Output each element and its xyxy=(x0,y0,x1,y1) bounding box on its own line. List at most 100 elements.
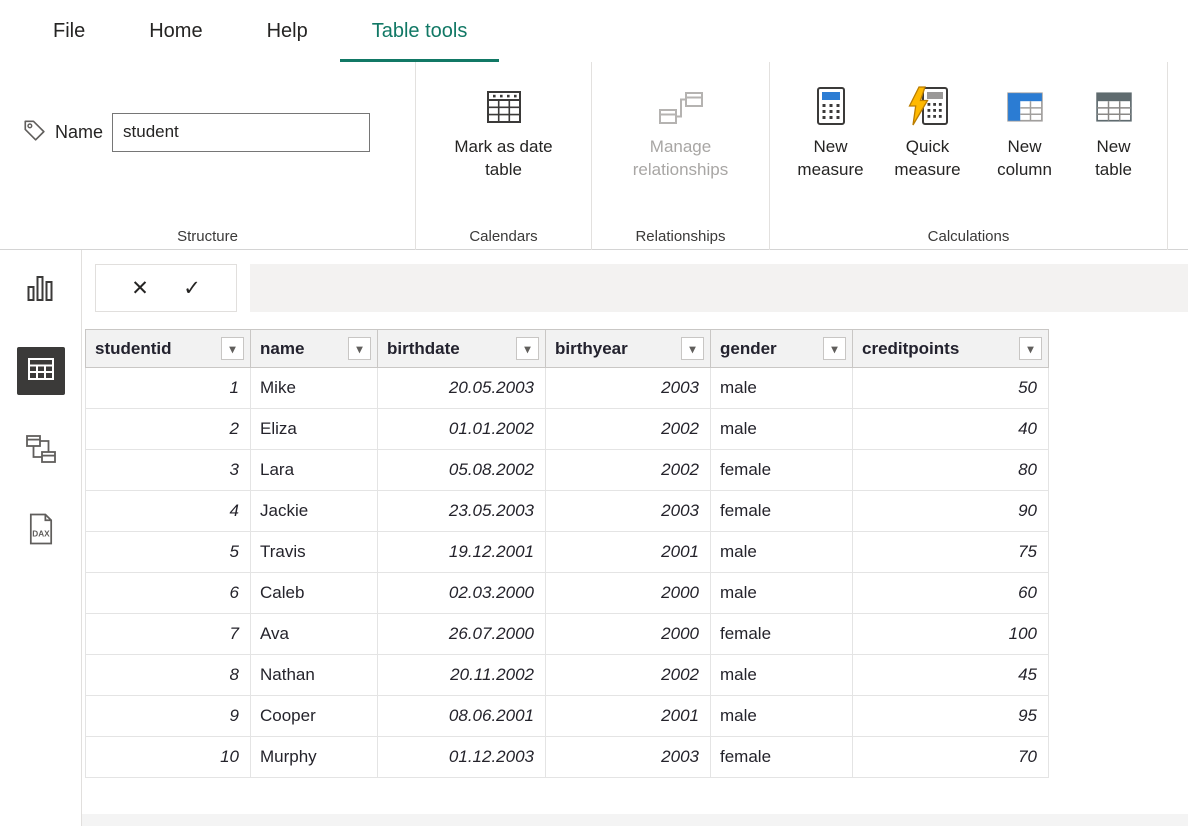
table-cell[interactable]: 2000 xyxy=(545,572,711,614)
table-cell[interactable]: Travis xyxy=(250,531,378,573)
new-column-button[interactable]: New column xyxy=(982,62,1068,250)
table-cell[interactable]: male xyxy=(710,654,853,696)
horizontal-scrollbar[interactable] xyxy=(82,814,1188,826)
column-filter-dropdown[interactable]: ▾ xyxy=(348,337,371,360)
table-cell[interactable]: 9 xyxy=(85,695,251,737)
chevron-down-icon: ▾ xyxy=(229,341,236,356)
table-cell[interactable]: 40 xyxy=(852,408,1049,450)
table-cell[interactable]: Eliza xyxy=(250,408,378,450)
table-cell[interactable]: male xyxy=(710,367,853,409)
table-cell[interactable]: 2002 xyxy=(545,654,711,696)
table-row: 8 Nathan 20.11.2002 2002 male 45 xyxy=(85,654,1049,696)
table-cell[interactable]: 45 xyxy=(852,654,1049,696)
column-header-name[interactable]: name ▾ xyxy=(250,329,378,368)
column-header-creditpoints[interactable]: creditpoints ▾ xyxy=(852,329,1049,368)
new-table-button[interactable]: New table xyxy=(1078,62,1150,250)
table-cell[interactable]: 2 xyxy=(85,408,251,450)
table-cell[interactable]: 6 xyxy=(85,572,251,614)
table-cell[interactable]: 2003 xyxy=(545,367,711,409)
table-cell[interactable]: Nathan xyxy=(250,654,378,696)
table-cell[interactable]: 75 xyxy=(852,531,1049,573)
table-cell[interactable]: Ava xyxy=(250,613,378,655)
table-cell[interactable]: 7 xyxy=(85,613,251,655)
column-header-studentid[interactable]: studentid ▾ xyxy=(85,329,251,368)
table-cell[interactable]: female xyxy=(710,613,853,655)
table-cell[interactable]: 20.11.2002 xyxy=(377,654,546,696)
table-cell[interactable]: female xyxy=(710,736,853,778)
tab-help[interactable]: Help xyxy=(235,0,340,62)
model-view-button[interactable] xyxy=(17,427,65,475)
table-cell[interactable]: 05.08.2002 xyxy=(377,449,546,491)
new-measure-button[interactable]: New measure xyxy=(788,62,874,250)
report-view-button[interactable] xyxy=(17,267,65,315)
table-cell[interactable]: 2002 xyxy=(545,408,711,450)
tab-file[interactable]: File xyxy=(21,0,117,62)
table-cell[interactable]: 8 xyxy=(85,654,251,696)
table-cell[interactable]: 2003 xyxy=(545,490,711,532)
table-cell[interactable]: 08.06.2001 xyxy=(377,695,546,737)
table-cell[interactable]: male xyxy=(710,572,853,614)
table-cell[interactable]: 2002 xyxy=(545,449,711,491)
table-cell[interactable]: 95 xyxy=(852,695,1049,737)
column-filter-dropdown[interactable]: ▾ xyxy=(221,337,244,360)
quick-measure-button[interactable]: Quick measure xyxy=(884,62,972,250)
table-cell[interactable]: 01.01.2002 xyxy=(377,408,546,450)
tab-table-tools[interactable]: Table tools xyxy=(339,0,500,62)
column-filter-dropdown[interactable]: ▾ xyxy=(681,337,704,360)
table-cell[interactable]: 50 xyxy=(852,367,1049,409)
data-view-button[interactable] xyxy=(16,347,65,395)
table-cell[interactable]: Murphy xyxy=(250,736,378,778)
table-cell[interactable]: 5 xyxy=(85,531,251,573)
column-header-birthyear[interactable]: birthyear ▾ xyxy=(545,329,711,368)
table-cell[interactable]: female xyxy=(710,490,853,532)
table-cell[interactable]: 1 xyxy=(85,367,251,409)
table-cell[interactable]: Lara xyxy=(250,449,378,491)
tab-home[interactable]: Home xyxy=(117,0,234,62)
table-cell[interactable]: Mike xyxy=(250,367,378,409)
table-cell[interactable]: male xyxy=(710,695,853,737)
table-cell[interactable]: 02.03.2000 xyxy=(377,572,546,614)
table-cell[interactable]: 70 xyxy=(852,736,1049,778)
mark-as-date-table-button[interactable]: Mark as date table xyxy=(448,62,560,250)
table-cell[interactable]: 23.05.2003 xyxy=(377,490,546,532)
table-cell[interactable]: 2000 xyxy=(545,613,711,655)
table-cell[interactable]: 01.12.2003 xyxy=(377,736,546,778)
table-cell[interactable]: 60 xyxy=(852,572,1049,614)
cancel-input-button[interactable]: ✕ xyxy=(116,268,164,308)
table-cell[interactable]: female xyxy=(710,449,853,491)
manage-relationships-button[interactable]: Manage relationships xyxy=(625,62,737,250)
table-cell[interactable]: 100 xyxy=(852,613,1049,655)
table-cell[interactable]: 2001 xyxy=(545,695,711,737)
table-cell[interactable]: 3 xyxy=(85,449,251,491)
column-filter-dropdown[interactable]: ▾ xyxy=(823,337,846,360)
column-filter-dropdown[interactable]: ▾ xyxy=(516,337,539,360)
table-cell[interactable]: 2003 xyxy=(545,736,711,778)
dax-query-view-button[interactable]: DAX xyxy=(17,507,65,555)
column-header-gender[interactable]: gender ▾ xyxy=(710,329,853,368)
table-cell[interactable]: Cooper xyxy=(250,695,378,737)
table-cell[interactable]: 26.07.2000 xyxy=(377,613,546,655)
group-label-structure: Structure xyxy=(177,228,238,245)
formula-input-field[interactable] xyxy=(250,264,1188,312)
table-name-input[interactable] xyxy=(112,112,371,152)
new-measure-icon xyxy=(814,84,848,126)
chevron-down-icon: ▾ xyxy=(356,341,363,356)
table-cell[interactable]: 19.12.2001 xyxy=(377,531,546,573)
powerbi-window: File Home Help Table tools Name student … xyxy=(0,0,1188,826)
column-filter-dropdown[interactable]: ▾ xyxy=(1019,337,1042,360)
commit-input-button[interactable]: ✓ xyxy=(168,268,216,308)
table-cell[interactable]: male xyxy=(710,408,853,450)
column-header-birthdate[interactable]: birthdate ▾ xyxy=(377,329,546,368)
table-row: 7 Ava 26.07.2000 2000 female 100 xyxy=(85,613,1049,655)
table-cell[interactable]: 10 xyxy=(85,736,251,778)
table-cell[interactable]: Caleb xyxy=(250,572,378,614)
table-cell[interactable]: Jackie xyxy=(250,490,378,532)
close-icon: ✕ xyxy=(131,276,149,300)
data-table: studentid ▾ name ▾ birthdate ▾ birthyear… xyxy=(85,329,1049,778)
table-cell[interactable]: 90 xyxy=(852,490,1049,532)
table-cell[interactable]: 20.05.2003 xyxy=(377,367,546,409)
table-cell[interactable]: 4 xyxy=(85,490,251,532)
table-cell[interactable]: 2001 xyxy=(545,531,711,573)
table-cell[interactable]: male xyxy=(710,531,853,573)
table-cell[interactable]: 80 xyxy=(852,449,1049,491)
